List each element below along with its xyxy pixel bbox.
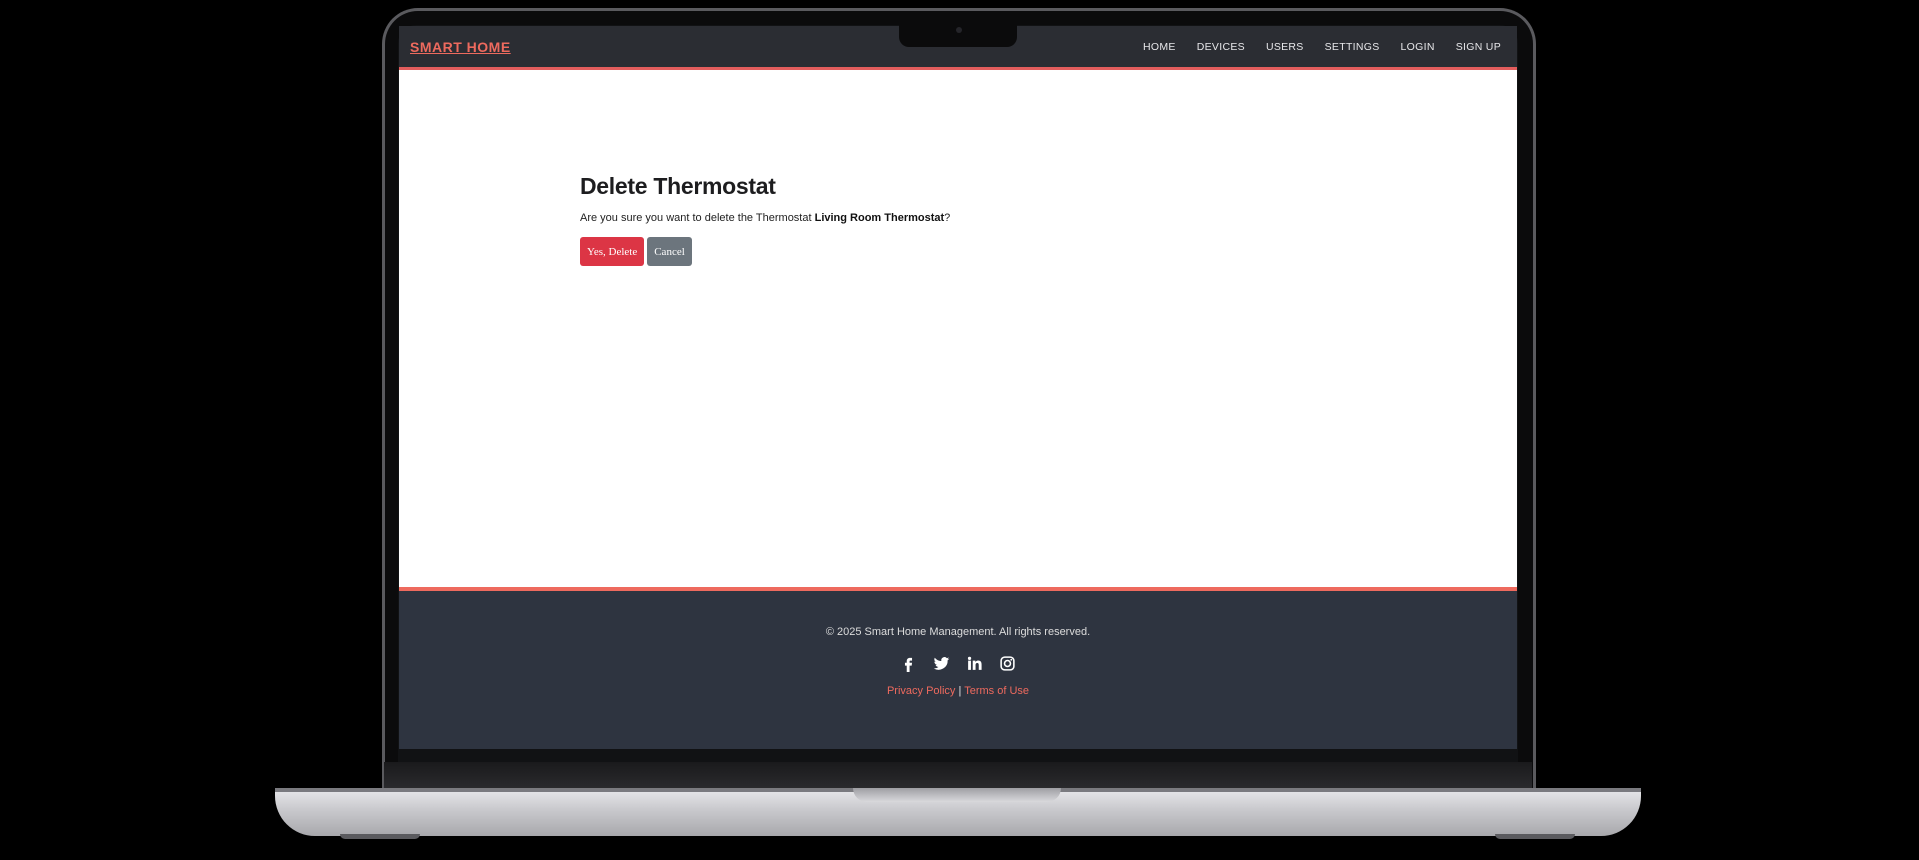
nav-link-login[interactable]: LOGIN: [1401, 41, 1435, 53]
main-content: Delete Thermostat Are you sure you want …: [399, 70, 1517, 587]
nav-link-settings[interactable]: SETTINGS: [1325, 41, 1380, 53]
nav-link-devices[interactable]: DEVICES: [1197, 41, 1245, 53]
action-buttons: Yes, Delete Cancel: [580, 237, 692, 266]
footer: © 2025 Smart Home Management. All rights…: [399, 587, 1517, 749]
confirm-suffix: ?: [944, 212, 951, 224]
copyright-text: © 2025 Smart Home Management. All rights…: [825, 626, 1091, 638]
terms-of-use-link[interactable]: Terms of Use: [964, 685, 1029, 697]
brand-logo-link[interactable]: SMART HOME: [410, 39, 511, 55]
camera-icon: [956, 27, 962, 33]
instagram-icon[interactable]: [999, 655, 1016, 672]
privacy-policy-link[interactable]: Privacy Policy: [887, 685, 955, 697]
nav-link-users[interactable]: USERS: [1266, 41, 1304, 53]
screen-bottom-bezel: [384, 762, 1532, 790]
footer-links: Privacy Policy | Terms of Use: [399, 685, 1517, 697]
nav-link-sign-up[interactable]: SIGN UP: [1456, 41, 1501, 53]
confirm-prefix: Are you sure you want to delete the Ther…: [580, 212, 815, 224]
nav-links: HOME DEVICES USERS SETTINGS LOGIN SIGN U…: [1143, 41, 1501, 53]
footer-link-separator: |: [955, 685, 965, 697]
linkedin-icon[interactable]: [966, 655, 983, 672]
browser-viewport: SMART HOME HOME DEVICES USERS SETTINGS L…: [399, 26, 1517, 749]
device-name: Living Room Thermostat: [814, 212, 945, 224]
laptop-hinge-groove: [853, 788, 1061, 802]
twitter-icon[interactable]: [933, 655, 950, 672]
nav-link-home[interactable]: HOME: [1143, 41, 1176, 53]
laptop-foot-left: [340, 834, 420, 839]
social-links: [399, 655, 1517, 672]
facebook-icon[interactable]: [900, 655, 917, 672]
confirm-delete-button[interactable]: Yes, Delete: [580, 237, 645, 266]
page-title: Delete Thermostat: [580, 173, 776, 199]
cancel-button[interactable]: Cancel: [647, 237, 692, 266]
laptop-foot-right: [1495, 834, 1575, 839]
confirm-message: Are you sure you want to delete the Ther…: [580, 212, 950, 224]
